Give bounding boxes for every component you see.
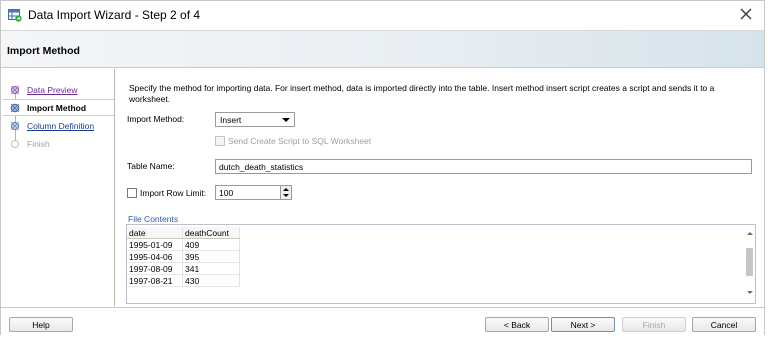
step-current-icon bbox=[10, 103, 20, 113]
import-row-limit-spinner[interactable]: 100 bbox=[215, 185, 292, 200]
help-button[interactable]: Help bbox=[9, 317, 73, 332]
scroll-thumb[interactable] bbox=[746, 248, 753, 276]
cell-date: 1995-04-06 bbox=[127, 251, 183, 263]
import-method-description: Specify the method for importing data. F… bbox=[129, 83, 715, 104]
wizard-step-nav: Data Preview Import Method Column Defini… bbox=[3, 69, 115, 306]
send-script-checkbox bbox=[215, 136, 225, 146]
nav-step-label: Data Preview bbox=[27, 85, 78, 95]
wizard-button-bar: Help < Back Next > Finish Cancel bbox=[1, 307, 764, 335]
cell-death-count: 341 bbox=[183, 263, 240, 275]
back-button[interactable]: < Back bbox=[485, 317, 549, 332]
close-icon[interactable] bbox=[738, 6, 754, 22]
nav-step-label: Finish bbox=[27, 139, 50, 149]
data-import-wizard-dialog: Data Import Wizard - Step 2 of 4 Import … bbox=[0, 0, 765, 335]
import-row-limit-checkbox[interactable] bbox=[127, 188, 137, 198]
window-title: Data Import Wizard - Step 2 of 4 bbox=[28, 8, 201, 22]
cell-death-count: 395 bbox=[183, 251, 240, 263]
cell-death-count: 430 bbox=[183, 275, 240, 287]
file-contents-box: date deathCount 1995-01-09 409 1995-04-0… bbox=[126, 224, 756, 304]
nav-step-finish: Finish bbox=[3, 136, 114, 153]
cell-date: 1995-01-09 bbox=[127, 239, 183, 251]
send-script-label: Send Create Script to SQL Worksheet bbox=[228, 136, 372, 146]
import-method-label: Import Method: bbox=[127, 114, 185, 124]
import-row-limit-value: 100 bbox=[219, 188, 234, 198]
step-disabled-icon bbox=[11, 140, 19, 148]
cell-date: 1997-08-21 bbox=[127, 275, 183, 287]
file-contents-title: File Contents bbox=[128, 214, 179, 224]
table-name-input[interactable]: dutch_death_statistics bbox=[215, 159, 752, 174]
step-pending-icon bbox=[10, 121, 20, 131]
vertical-scrollbar[interactable] bbox=[746, 232, 754, 294]
cell-date: 1997-08-09 bbox=[127, 263, 183, 275]
page-title: Import Method bbox=[7, 45, 80, 57]
next-button[interactable]: Next > bbox=[551, 317, 615, 332]
finish-button: Finish bbox=[622, 317, 686, 332]
spinner-up-icon[interactable] bbox=[283, 188, 289, 191]
chevron-down-icon bbox=[282, 118, 290, 122]
spinner-buttons[interactable] bbox=[280, 186, 291, 199]
nav-step-label: Column Definition bbox=[27, 121, 95, 131]
nav-step-data-preview[interactable]: Data Preview bbox=[3, 82, 114, 99]
title-bar: Data Import Wizard - Step 2 of 4 bbox=[1, 1, 764, 30]
nav-step-label: Import Method bbox=[27, 103, 87, 113]
import-method-panel: Specify the method for importing data. F… bbox=[117, 69, 762, 306]
nav-step-import-method[interactable]: Import Method bbox=[3, 99, 114, 116]
column-header-death-count[interactable]: deathCount bbox=[183, 227, 240, 239]
wizard-header: Import Method bbox=[1, 30, 764, 68]
table-name-value: dutch_death_statistics bbox=[219, 162, 304, 172]
nav-step-column-definition[interactable]: Column Definition bbox=[3, 118, 114, 135]
import-row-limit-label[interactable]: Import Row Limit: bbox=[140, 188, 206, 198]
scroll-down-icon[interactable] bbox=[747, 291, 753, 294]
table-name-label: Table Name: bbox=[127, 161, 175, 171]
cell-death-count: 409 bbox=[183, 239, 240, 251]
step-visited-icon bbox=[10, 85, 20, 95]
spinner-down-icon[interactable] bbox=[283, 194, 289, 197]
cancel-button[interactable]: Cancel bbox=[692, 317, 756, 332]
import-method-value: Insert bbox=[220, 115, 242, 125]
import-method-select[interactable]: Insert bbox=[215, 112, 295, 127]
column-header-date[interactable]: date bbox=[127, 227, 183, 239]
data-import-wizard-icon bbox=[8, 9, 22, 22]
scroll-up-icon[interactable] bbox=[747, 232, 753, 235]
